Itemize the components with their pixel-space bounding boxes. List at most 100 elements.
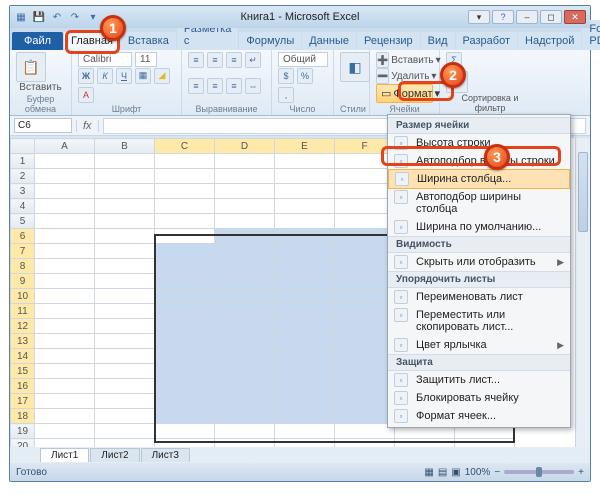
cell-E16[interactable]	[275, 379, 335, 394]
cell-F1[interactable]	[335, 154, 395, 169]
align-center-icon[interactable]: ≡	[207, 78, 223, 94]
cell-A13[interactable]	[35, 334, 95, 349]
cell-E7[interactable]	[275, 244, 335, 259]
cell-B3[interactable]	[95, 184, 155, 199]
cell-D9[interactable]	[215, 274, 275, 289]
qat-dropdown-icon[interactable]: ▾	[86, 10, 100, 24]
cell-F16[interactable]	[335, 379, 395, 394]
tab-insert[interactable]: Вставка	[121, 32, 176, 50]
help-icon[interactable]: ?	[492, 10, 514, 24]
cell-D19[interactable]	[215, 424, 275, 439]
cell-D8[interactable]	[215, 259, 275, 274]
col-header-E[interactable]: E	[275, 139, 335, 154]
row-header-19[interactable]: 19	[11, 424, 35, 439]
cell-B5[interactable]	[95, 214, 155, 229]
cell-A18[interactable]	[35, 409, 95, 424]
cell-D20[interactable]	[215, 439, 275, 448]
format-cells-button[interactable]: ▭Формат▾	[376, 84, 433, 103]
font-name-box[interactable]: Calibri	[78, 52, 132, 67]
cell-F6[interactable]	[335, 229, 395, 244]
cell-A7[interactable]	[35, 244, 95, 259]
menu-item-move-copy[interactable]: ▫Переместить или скопировать лист...	[388, 306, 570, 336]
sheet-tab-1[interactable]: Лист1	[40, 448, 89, 462]
cell-F4[interactable]	[335, 199, 395, 214]
cell-B2[interactable]	[95, 169, 155, 184]
font-size-box[interactable]: 11	[135, 52, 157, 67]
cell-B9[interactable]	[95, 274, 155, 289]
maximize-button[interactable]: ◻	[540, 10, 562, 24]
cell-C1[interactable]	[155, 154, 215, 169]
cell-B8[interactable]	[95, 259, 155, 274]
cell-C3[interactable]	[155, 184, 215, 199]
menu-item-autofit-col[interactable]: ▫Автоподбор ширины столбца	[388, 188, 570, 218]
view-break-icon[interactable]: ▣	[451, 467, 460, 478]
cell-E11[interactable]	[275, 304, 335, 319]
cell-A1[interactable]	[35, 154, 95, 169]
cell-B19[interactable]	[95, 424, 155, 439]
redo-icon[interactable]: ↷	[68, 10, 82, 24]
row-header-7[interactable]: 7	[11, 244, 35, 259]
cell-A4[interactable]	[35, 199, 95, 214]
cell-F18[interactable]	[335, 409, 395, 424]
cell-B17[interactable]	[95, 394, 155, 409]
cell-A5[interactable]	[35, 214, 95, 229]
col-header-B[interactable]: B	[95, 139, 155, 154]
row-header-12[interactable]: 12	[11, 319, 35, 334]
cell-F14[interactable]	[335, 349, 395, 364]
cell-E15[interactable]	[275, 364, 335, 379]
row-header-17[interactable]: 17	[11, 394, 35, 409]
zoom-in-icon[interactable]: +	[578, 467, 584, 478]
align-mid-icon[interactable]: ≡	[207, 52, 223, 68]
cell-D13[interactable]	[215, 334, 275, 349]
row-header-11[interactable]: 11	[11, 304, 35, 319]
menu-item-rename[interactable]: ▫Переименовать лист	[388, 288, 570, 306]
cell-E9[interactable]	[275, 274, 335, 289]
italic-icon[interactable]: К	[97, 68, 113, 84]
cell-D10[interactable]	[215, 289, 275, 304]
menu-item-protect[interactable]: ▫Защитить лист...	[388, 371, 570, 389]
select-all-corner[interactable]	[11, 139, 35, 154]
ribbon-minimize-icon[interactable]: ▾	[468, 10, 490, 24]
cell-D3[interactable]	[215, 184, 275, 199]
row-header-13[interactable]: 13	[11, 334, 35, 349]
tab-developer[interactable]: Разработ	[456, 32, 517, 50]
col-header-A[interactable]: A	[35, 139, 95, 154]
cell-C2[interactable]	[155, 169, 215, 184]
row-header-18[interactable]: 18	[11, 409, 35, 424]
cell-A20[interactable]	[35, 439, 95, 448]
cell-F7[interactable]	[335, 244, 395, 259]
comma-icon[interactable]: ,	[278, 87, 294, 103]
cell-B18[interactable]	[95, 409, 155, 424]
cell-F10[interactable]	[335, 289, 395, 304]
cell-F8[interactable]	[335, 259, 395, 274]
cell-F15[interactable]	[335, 364, 395, 379]
tab-formulas[interactable]: Формулы	[239, 32, 301, 50]
cell-B15[interactable]	[95, 364, 155, 379]
cell-C16[interactable]	[155, 379, 215, 394]
menu-item-tab-color[interactable]: ▫Цвет ярлычка▶	[388, 336, 570, 354]
col-header-D[interactable]: D	[215, 139, 275, 154]
menu-item-col-width[interactable]: ▫Ширина столбца...	[388, 169, 570, 189]
row-header-8[interactable]: 8	[11, 259, 35, 274]
underline-icon[interactable]: Ч	[116, 68, 132, 84]
fx-icon[interactable]: fx	[76, 120, 99, 132]
cell-H20[interactable]	[455, 439, 515, 448]
cell-E5[interactable]	[275, 214, 335, 229]
cell-F19[interactable]	[335, 424, 395, 439]
cell-D11[interactable]	[215, 304, 275, 319]
cell-C20[interactable]	[155, 439, 215, 448]
align-top-icon[interactable]: ≡	[188, 52, 204, 68]
cell-E2[interactable]	[275, 169, 335, 184]
cell-A14[interactable]	[35, 349, 95, 364]
wrap-text-icon[interactable]: ↵	[245, 52, 261, 68]
col-header-C[interactable]: C	[155, 139, 215, 154]
border-icon[interactable]: ▦	[135, 68, 151, 84]
row-header-6[interactable]: 6	[11, 229, 35, 244]
row-header-4[interactable]: 4	[11, 199, 35, 214]
tab-view[interactable]: Вид	[421, 32, 455, 50]
cell-F12[interactable]	[335, 319, 395, 334]
cell-C11[interactable]	[155, 304, 215, 319]
cell-F13[interactable]	[335, 334, 395, 349]
row-header-20[interactable]: 20	[11, 439, 35, 448]
delete-cells-button[interactable]: ➖Удалить▾	[376, 68, 433, 84]
